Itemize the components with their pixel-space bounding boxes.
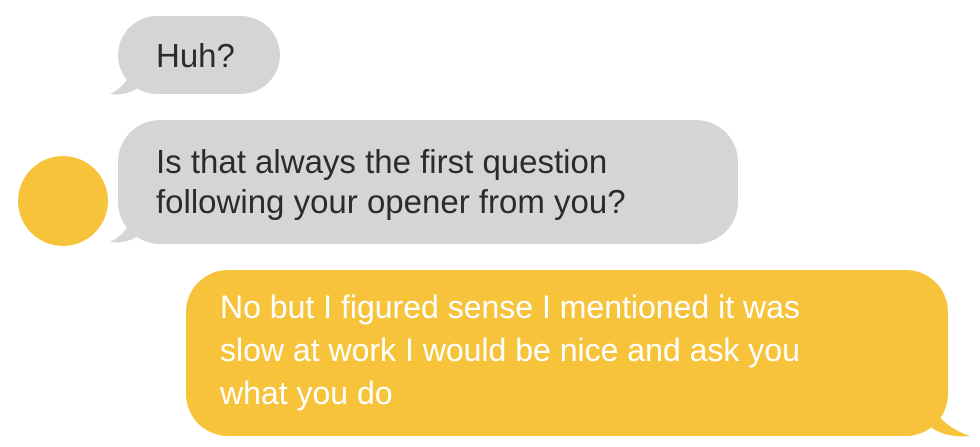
bubble-tail [930, 396, 970, 437]
message-bubble-received[interactable]: Is that always the first question follow… [118, 120, 738, 244]
message-text: No but I figured sense I mentioned it wa… [220, 289, 800, 411]
message-bubble-sent[interactable]: No but I figured sense I mentioned it wa… [186, 270, 948, 436]
bubble-tail [110, 56, 144, 95]
message-text: Is that always the first question follow… [156, 143, 626, 220]
conversation-thread: Huh? Is that always the first question f… [0, 0, 980, 447]
message-text: Huh? [156, 37, 235, 74]
contact-avatar[interactable] [18, 156, 108, 246]
bubble-tail [110, 204, 144, 243]
